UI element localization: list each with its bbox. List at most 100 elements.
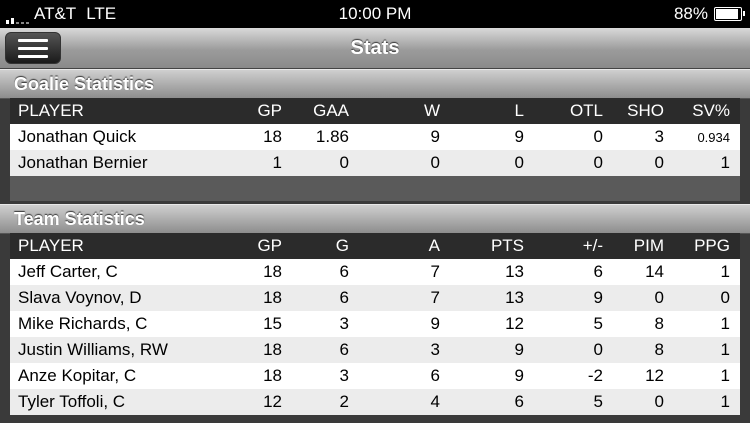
stat-cell: 6 xyxy=(430,366,440,385)
section-spacer xyxy=(10,176,740,201)
stat-cell: 9 xyxy=(593,288,603,307)
stat-cell: 3 xyxy=(339,314,349,333)
stat-cell: 0 xyxy=(430,153,440,172)
stat-cell: 13 xyxy=(505,288,524,307)
stat-cell: 1 xyxy=(720,392,730,411)
page-title: Stats xyxy=(350,37,400,59)
status-bar: AT&T LTE 10:00 PM 88% xyxy=(0,0,750,28)
stat-cell: 0 xyxy=(593,340,603,359)
battery-percent: 88% xyxy=(673,4,708,23)
stat-cell: 2 xyxy=(339,392,349,411)
stat-cell: 0 xyxy=(654,288,664,307)
stat-cell: 13 xyxy=(505,262,524,281)
stat-cell: 3 xyxy=(654,127,664,146)
goalie-table: PLAYER GP GAA W L OTL SHO SV% Jonathan Quick 18 1.… xyxy=(10,98,740,176)
stat-cell: 9 xyxy=(514,340,524,359)
player-cell: Jonathan Bernier xyxy=(18,153,148,172)
stat-cell: 9 xyxy=(514,127,524,146)
player-cell: PLAYER xyxy=(18,101,84,120)
stat-cell: SV% xyxy=(692,101,730,120)
team-section-header: Team Statistics xyxy=(0,204,750,234)
stat-cell: 0 xyxy=(654,392,664,411)
stat-cell: L xyxy=(514,101,524,120)
table-row[interactable]: Jonathan Bernier 1 0 0 0 0 0 1 xyxy=(10,150,740,176)
goalie-section-header: Goalie Statistics xyxy=(0,69,750,99)
stat-cell: 15 xyxy=(263,314,282,333)
stat-cell: +/- xyxy=(582,236,603,255)
stat-cell: 6 xyxy=(339,262,349,281)
nav-bar: Stats xyxy=(0,28,750,69)
stat-cell: 1.86 xyxy=(315,127,349,146)
section-title: Goalie Statistics xyxy=(14,74,155,94)
section-title: Team Statistics xyxy=(14,209,145,229)
table-row[interactable]: Slava Voynov, D 18 6 7 13 9 0 0 xyxy=(10,285,740,311)
stat-cell: 5 xyxy=(593,314,603,333)
table-row[interactable]: Jeff Carter, C 18 6 7 13 6 14 1 xyxy=(10,259,740,285)
stat-cell: 12 xyxy=(645,366,664,385)
stat-cell: GP xyxy=(257,236,282,255)
table-row[interactable]: Jonathan Quick 18 1.86 9 9 0 3 0.934 xyxy=(10,124,740,150)
stat-cell: 7 xyxy=(430,262,440,281)
team-table: PLAYER GP G A PTS +/- PIM PPG Jeff Carter, C 18 6 7… xyxy=(10,233,740,415)
stat-cell: 18 xyxy=(263,340,282,359)
player-cell: Slava Voynov, D xyxy=(18,288,142,307)
battery-icon xyxy=(714,7,745,21)
stat-cell: PTS xyxy=(490,236,524,255)
table-row[interactable]: Anze Kopitar, C 18 3 6 9 -2 12 1 xyxy=(10,363,740,389)
stat-cell: 8 xyxy=(654,314,664,333)
player-cell: PLAYER xyxy=(18,236,84,255)
stat-cell: G xyxy=(335,236,349,255)
stat-cell: 12 xyxy=(263,392,282,411)
stat-cell: PIM xyxy=(633,236,664,255)
stat-cell: 1 xyxy=(720,153,730,172)
stat-cell: 9 xyxy=(514,366,524,385)
stat-cell: 14 xyxy=(645,262,664,281)
player-cell: Mike Richards, C xyxy=(18,314,148,333)
stat-cell: 18 xyxy=(263,262,282,281)
player-cell: Jeff Carter, C xyxy=(18,262,118,281)
stat-cell: 6 xyxy=(339,288,349,307)
stat-cell: 0 xyxy=(514,153,524,172)
stat-cell: GP xyxy=(257,101,282,120)
stat-cell: W xyxy=(423,101,440,120)
player-cell: Justin Williams, RW xyxy=(18,340,168,359)
stat-cell: 0 xyxy=(654,153,664,172)
stat-cell: 0 xyxy=(339,153,349,172)
table-header-row: PLAYER GP GAA W L OTL SHO SV% xyxy=(10,98,740,124)
stat-cell: 3 xyxy=(339,366,349,385)
stat-cell: OTL xyxy=(569,101,603,120)
stat-cell: A xyxy=(428,236,440,255)
table-row[interactable]: Justin Williams, RW 18 6 3 9 0 8 1 xyxy=(10,337,740,363)
stat-cell: 5 xyxy=(593,392,603,411)
stat-cell: 0 xyxy=(720,288,730,307)
stat-cell: 9 xyxy=(430,127,440,146)
stat-cell: 7 xyxy=(430,288,440,307)
stat-cell: GAA xyxy=(313,101,349,120)
player-cell: Anze Kopitar, C xyxy=(18,366,137,385)
stat-cell: 6 xyxy=(339,340,349,359)
stat-cell: 12 xyxy=(505,314,524,333)
stat-cell: 6 xyxy=(593,262,603,281)
stat-cell: SHO xyxy=(627,101,664,120)
stat-cell: 1 xyxy=(720,366,730,385)
table-row[interactable]: Tyler Toffoli, C 12 2 4 6 5 0 1 xyxy=(10,389,740,415)
table-row[interactable]: Mike Richards, C 15 3 9 12 5 8 1 xyxy=(10,311,740,337)
stat-cell: 6 xyxy=(514,392,524,411)
stat-cell: 1 xyxy=(720,262,730,281)
stat-cell: 1 xyxy=(720,314,730,333)
table-header-row: PLAYER GP G A PTS +/- PIM PPG xyxy=(10,233,740,259)
stat-cell: 9 xyxy=(430,314,440,333)
stat-cell: 1 xyxy=(272,153,282,172)
stat-cell: 18 xyxy=(263,366,282,385)
stat-cell: 8 xyxy=(654,340,664,359)
player-cell: Jonathan Quick xyxy=(18,127,137,146)
stat-cell: 1 xyxy=(720,340,730,359)
stat-cell: PPG xyxy=(694,236,730,255)
stat-cell: 3 xyxy=(430,340,440,359)
stat-cell: 0 xyxy=(593,127,603,146)
stat-cell: 18 xyxy=(263,127,282,146)
stat-cell: 0 xyxy=(593,153,603,172)
player-cell: Tyler Toffoli, C xyxy=(18,392,126,411)
clock: 10:00 PM xyxy=(338,4,412,23)
stat-cell: 18 xyxy=(263,288,282,307)
